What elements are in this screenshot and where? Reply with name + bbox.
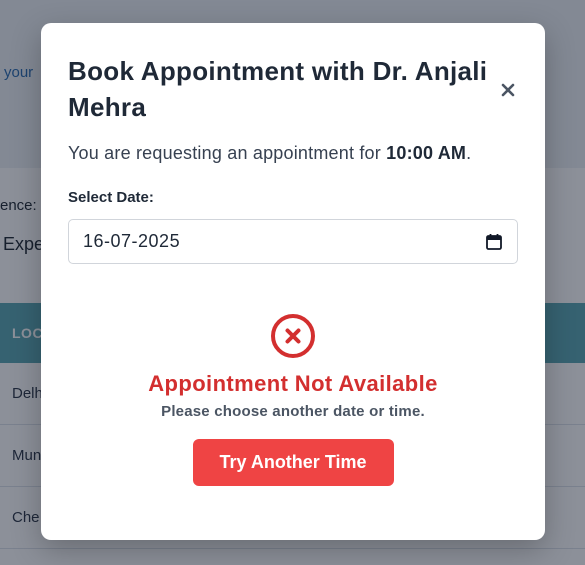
appointment-modal: Book Appointment with Dr. Anjali Mehra Y… [41,23,545,540]
close-icon [501,83,515,97]
date-label: Select Date: [68,189,154,206]
status-subtitle: Please choose another date or time. [161,403,425,420]
status-title: Appointment Not Available [148,371,438,396]
request-prefix: You are requesting an appointment for [68,143,381,163]
try-another-time-button[interactable]: Try Another Time [192,439,394,486]
close-button[interactable] [495,77,521,103]
availability-status: Appointment Not Available Please choose … [41,313,545,486]
request-suffix: . [466,143,472,163]
date-value: 16-07-2025 [83,231,181,251]
modal-title: Book Appointment with Dr. Anjali Mehra [68,56,488,122]
calendar-icon[interactable] [485,233,503,251]
request-time: 10:00 AM [386,143,467,163]
x-circle-icon [271,314,315,358]
request-message: You are requesting an appointment for 10… [68,143,471,164]
date-input[interactable]: 16-07-2025 [68,219,518,264]
